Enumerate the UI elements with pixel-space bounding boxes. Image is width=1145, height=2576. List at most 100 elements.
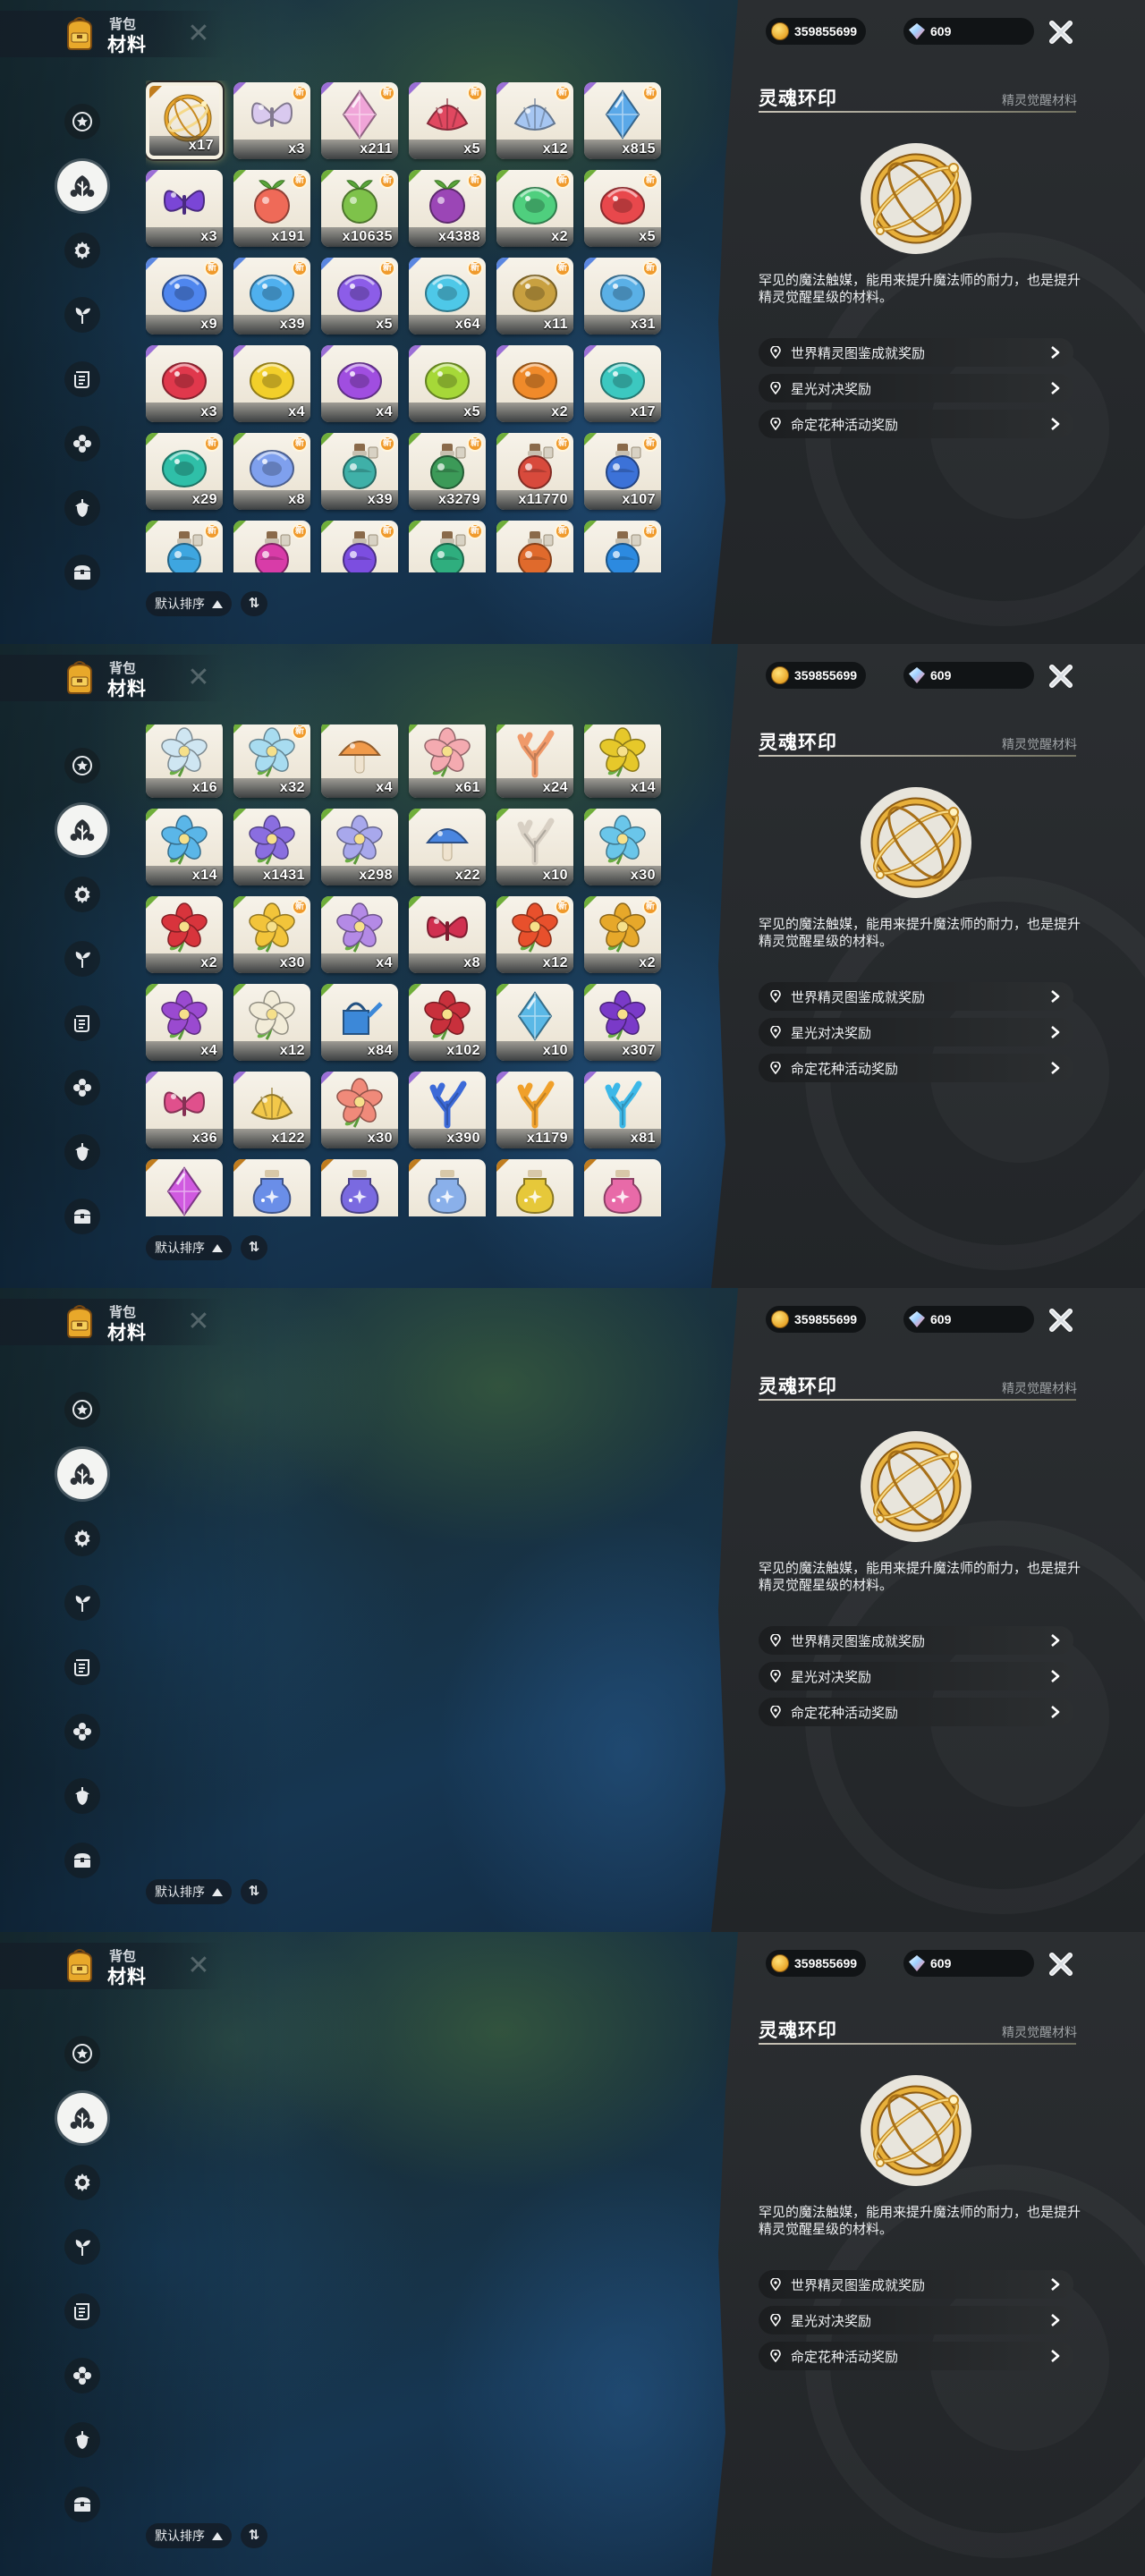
inventory-slot[interactable]: 新 x5	[409, 82, 486, 159]
inventory-slot[interactable]: 新 x5	[321, 258, 398, 335]
category-tab[interactable]	[54, 2215, 111, 2279]
category-tab[interactable]	[54, 1184, 111, 1249]
source-link[interactable]: 世界精灵图鉴成就奖励	[759, 982, 1073, 1011]
close-icon[interactable]	[1045, 1948, 1077, 1980]
sort-order-button[interactable]: ⇅	[241, 2523, 267, 2548]
category-tab[interactable]	[54, 1442, 111, 1506]
inventory-grid[interactable]	[146, 1368, 674, 1860]
inventory-slot[interactable]: 新 x11770	[496, 433, 573, 510]
inventory-slot[interactable]: x4	[321, 345, 398, 422]
inventory-slot[interactable]: x424	[584, 1159, 661, 1216]
category-tab[interactable]	[54, 283, 111, 347]
inventory-slot[interactable]: 新 x12	[496, 82, 573, 159]
inventory-slot[interactable]: x8	[409, 896, 486, 973]
inventory-slot[interactable]: 新 x59	[409, 521, 486, 572]
inventory-slot[interactable]: x1179	[496, 1072, 573, 1148]
inventory-slot[interactable]: x61	[409, 724, 486, 798]
inventory-slot[interactable]: x22	[409, 809, 486, 886]
inventory-slot[interactable]: x59	[496, 1159, 573, 1216]
category-tab[interactable]	[54, 1828, 111, 1893]
source-link[interactable]: 星光对决奖励	[759, 1662, 1073, 1690]
source-link[interactable]: 星光对决奖励	[759, 1018, 1073, 1046]
category-tab[interactable]	[54, 2150, 111, 2215]
inventory-slot[interactable]: x4	[321, 896, 398, 973]
category-tab[interactable]	[54, 991, 111, 1055]
inventory-slot[interactable]: 新 x815	[584, 82, 661, 159]
source-link[interactable]: 命定花种活动奖励	[759, 1698, 1073, 1726]
inventory-slot[interactable]: 新 x29	[146, 433, 223, 510]
inventory-slot[interactable]: 新 x3	[233, 82, 310, 159]
inventory-slot[interactable]: x16	[146, 724, 223, 798]
category-tab[interactable]	[54, 218, 111, 283]
inventory-slot[interactable]: x4	[321, 724, 398, 798]
category-tab[interactable]	[54, 2472, 111, 2537]
inventory-slot[interactable]: x30	[584, 809, 661, 886]
inventory-slot[interactable]: x2	[146, 896, 223, 973]
inventory-slot[interactable]: x2	[496, 345, 573, 422]
close-icon[interactable]	[1045, 16, 1077, 48]
inventory-slot[interactable]: 新 x2	[584, 896, 661, 973]
sort-order-button[interactable]: ⇅	[241, 1235, 267, 1260]
inventory-slot[interactable]: 新 x8770	[584, 521, 661, 572]
inventory-slot[interactable]: x120	[146, 1159, 223, 1216]
inventory-slot[interactable]: 新 x30	[233, 896, 310, 973]
source-link[interactable]: 命定花种活动奖励	[759, 410, 1073, 438]
inventory-slot[interactable]: x10	[496, 984, 573, 1061]
sort-order-button[interactable]: ⇅	[241, 591, 267, 616]
inventory-slot[interactable]: 新 x9	[146, 258, 223, 335]
inventory-slot[interactable]: x307	[584, 984, 661, 1061]
source-link[interactable]: 星光对决奖励	[759, 374, 1073, 402]
category-tab[interactable]	[54, 2279, 111, 2343]
category-tab[interactable]	[54, 476, 111, 540]
inventory-slot[interactable]: 新 x8	[233, 433, 310, 510]
inventory-slot[interactable]: x298	[321, 809, 398, 886]
close-icon[interactable]	[1045, 1304, 1077, 1336]
sort-dropdown[interactable]: 默认排序	[146, 591, 232, 616]
inventory-slot[interactable]: x36	[146, 1072, 223, 1148]
category-tab[interactable]	[54, 733, 111, 798]
category-tab[interactable]	[54, 1699, 111, 1764]
inventory-slot[interactable]: x17	[146, 82, 223, 159]
inventory-slot[interactable]: 新 x191	[233, 170, 310, 247]
inventory-grid[interactable]: x17 新 x3 新 x211 新 x5 新 x12 新 x815 x3 新 x…	[146, 80, 674, 572]
category-tab[interactable]	[54, 798, 111, 862]
category-tab[interactable]	[54, 1635, 111, 1699]
inventory-slot[interactable]: 新 x12	[496, 896, 573, 973]
category-tab[interactable]	[54, 1506, 111, 1571]
category-tab[interactable]	[54, 862, 111, 927]
category-tab[interactable]	[54, 411, 111, 476]
inventory-slot[interactable]: 新 x39	[321, 433, 398, 510]
inventory-slot[interactable]: x3	[146, 345, 223, 422]
inventory-slot[interactable]: x4	[233, 345, 310, 422]
inventory-slot[interactable]: x1431	[233, 809, 310, 886]
close-icon[interactable]	[1045, 660, 1077, 692]
category-tab[interactable]	[54, 347, 111, 411]
inventory-slot[interactable]: 新 x82	[496, 521, 573, 572]
category-tab[interactable]	[54, 154, 111, 218]
category-tab[interactable]	[54, 1120, 111, 1184]
sort-order-button[interactable]: ⇅	[241, 1879, 267, 1904]
inventory-slot[interactable]: 新 x32	[233, 724, 310, 798]
inventory-slot[interactable]: 新 x31	[584, 258, 661, 335]
category-tab[interactable]	[54, 2021, 111, 2086]
inventory-slot[interactable]: x390	[409, 1072, 486, 1148]
source-link[interactable]: 命定花种活动奖励	[759, 1054, 1073, 1082]
source-link[interactable]: 命定花种活动奖励	[759, 2342, 1073, 2370]
inventory-slot[interactable]: 新 x5	[584, 170, 661, 247]
category-tab[interactable]	[54, 540, 111, 605]
inventory-slot[interactable]: 新 x39	[233, 258, 310, 335]
inventory-slot[interactable]: x5	[409, 345, 486, 422]
inventory-slot[interactable]: x24	[496, 724, 573, 798]
inventory-slot[interactable]: 新 x4388	[409, 170, 486, 247]
inventory-slot[interactable]: 新 x11	[496, 258, 573, 335]
inventory-slot[interactable]: x217	[321, 1159, 398, 1216]
source-link[interactable]: 世界精灵图鉴成就奖励	[759, 338, 1073, 367]
category-tab[interactable]	[54, 1377, 111, 1442]
inventory-grid[interactable]	[146, 2012, 674, 2504]
category-tab[interactable]	[54, 1571, 111, 1635]
inventory-slot[interactable]: x4	[146, 984, 223, 1061]
inventory-slot[interactable]: x84	[321, 984, 398, 1061]
category-tab[interactable]	[54, 89, 111, 154]
sort-dropdown[interactable]: 默认排序	[146, 1235, 232, 1260]
source-link[interactable]: 世界精灵图鉴成就奖励	[759, 1626, 1073, 1655]
